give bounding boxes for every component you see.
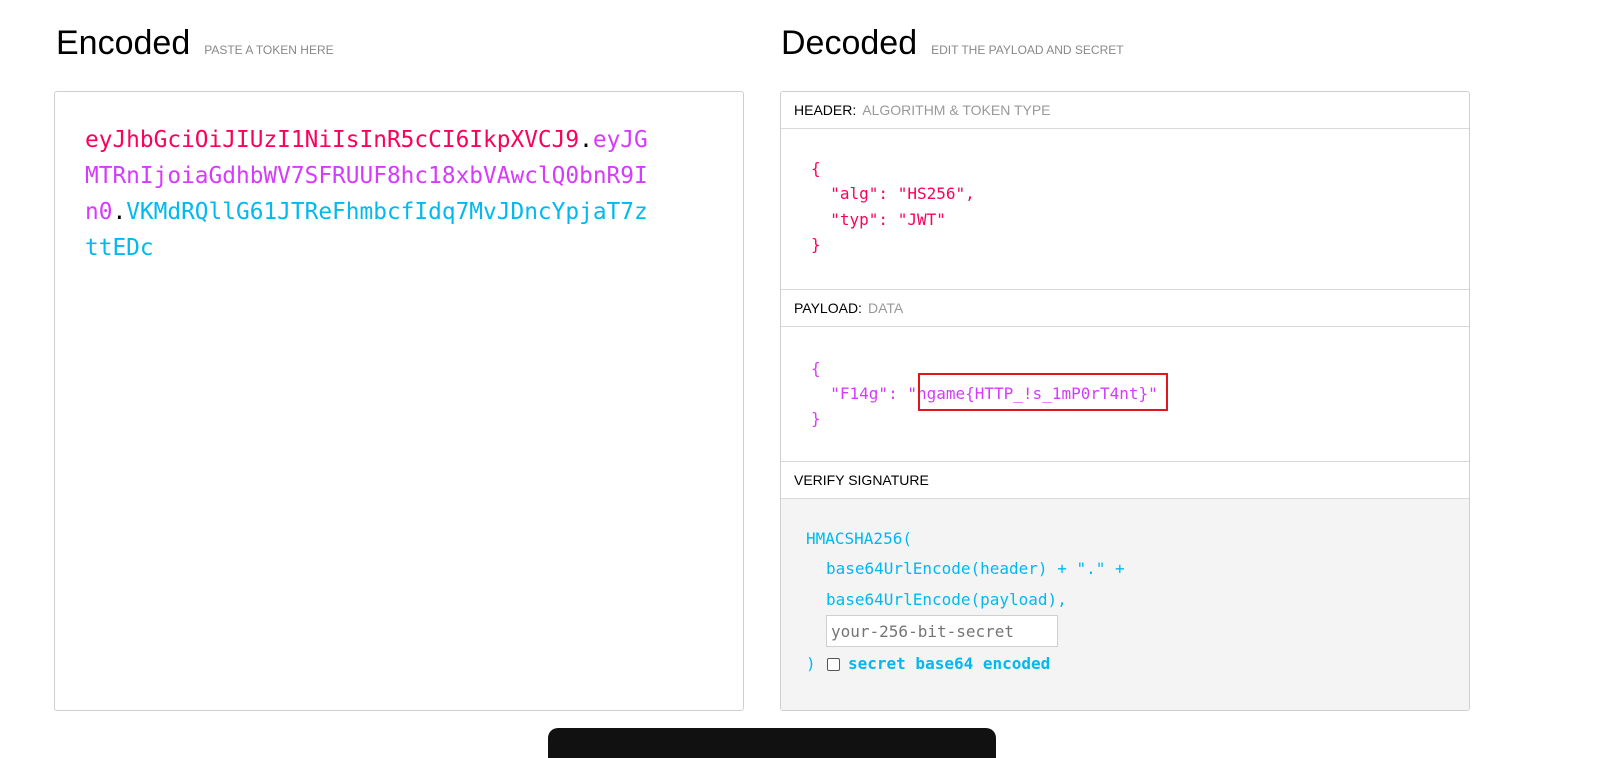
header-section-title: HEADER: xyxy=(794,102,857,118)
json-line: } xyxy=(811,235,821,254)
json-line: } xyxy=(811,409,821,428)
decoded-title: Decoded xyxy=(781,24,918,62)
header-json-editor[interactable]: { "alg": "HS256", "typ": "JWT" } xyxy=(781,129,1469,290)
token-separator: . xyxy=(112,199,127,225)
secret-base64-checkbox[interactable] xyxy=(827,658,840,671)
signature-close-paren: ) xyxy=(806,654,816,673)
signature-section-body: HMACSHA256( base64UrlEncode(header) + ".… xyxy=(781,499,1469,710)
encoded-title: Encoded xyxy=(56,24,191,62)
json-line: "alg": "HS256", xyxy=(811,184,975,203)
signature-section-head: VERIFY SIGNATURE xyxy=(781,462,1469,499)
encoded-token-editor[interactable]: eyJhbGciOiJIUzI1NiIsInR5cCI6IkpXVCJ9.eyJ… xyxy=(54,91,744,711)
signature-header-arg: base64UrlEncode(header) + "." + xyxy=(826,559,1125,578)
token-header-part: eyJhbGciOiJIUzI1NiIsInR5cCI6IkpXVCJ9 xyxy=(85,127,580,153)
json-line: { xyxy=(811,159,821,178)
payload-json-editor[interactable]: { "F14g": "hgame{HTTP_!s_1mP0rT4nt}" } xyxy=(781,327,1469,462)
decoded-panel: HEADER: ALGORITHM & TOKEN TYPE { "alg": … xyxy=(780,91,1470,711)
decoded-subtitle: EDIT THE PAYLOAD AND SECRET xyxy=(931,43,1124,57)
token-signature-part: VKMdRQllG61JTReFhmbcfIdq7MvJDncYpjaT7ztt… xyxy=(85,199,648,261)
encoded-token-text[interactable]: eyJhbGciOiJIUzI1NiIsInR5cCI6IkpXVCJ9.eyJ… xyxy=(85,122,661,266)
signature-payload-arg: base64UrlEncode(payload), xyxy=(826,590,1067,609)
signature-section-title: VERIFY SIGNATURE xyxy=(794,472,929,488)
encoded-heading: Encoded PASTE A TOKEN HERE xyxy=(56,24,334,63)
header-section-head: HEADER: ALGORITHM & TOKEN TYPE xyxy=(781,92,1469,129)
payload-section-title: PAYLOAD: xyxy=(794,300,862,316)
payload-section-head: PAYLOAD: DATA xyxy=(781,290,1469,327)
signature-func: HMACSHA256( xyxy=(806,529,912,548)
decoded-heading: Decoded EDIT THE PAYLOAD AND SECRET xyxy=(781,24,1124,63)
payload-section-desc: DATA xyxy=(867,300,904,316)
secret-input[interactable] xyxy=(826,615,1058,647)
json-line: "typ": "JWT" xyxy=(811,210,946,229)
secret-base64-label[interactable]: secret base64 encoded xyxy=(848,654,1050,673)
header-section-desc: ALGORITHM & TOKEN TYPE xyxy=(862,102,1051,118)
flag-highlight-box xyxy=(918,373,1168,411)
encoded-subtitle: PASTE A TOKEN HERE xyxy=(204,43,334,57)
token-separator: . xyxy=(579,127,593,153)
json-line: { xyxy=(811,359,821,378)
